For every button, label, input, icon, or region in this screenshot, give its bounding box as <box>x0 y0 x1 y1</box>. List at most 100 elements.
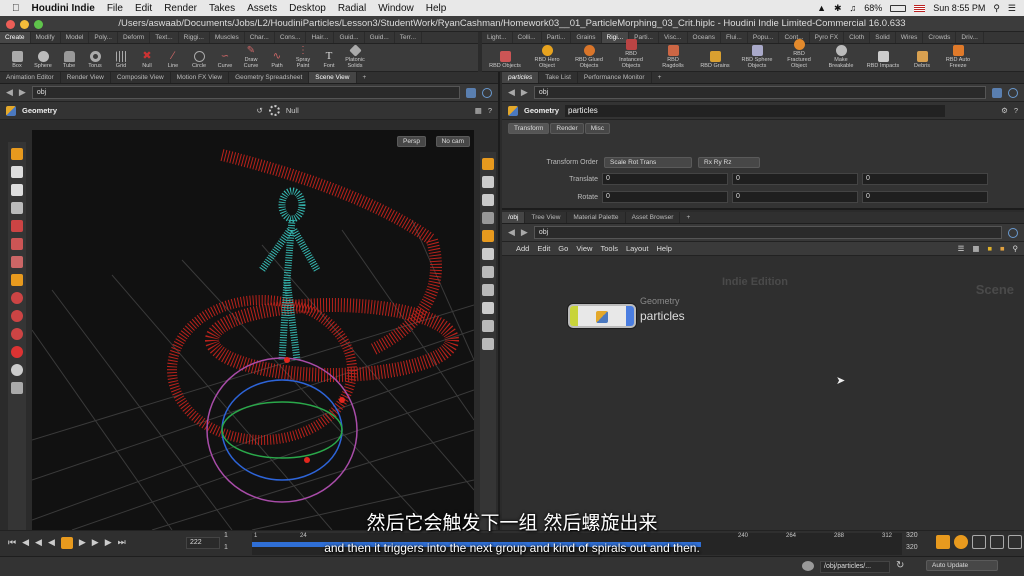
translate-x[interactable]: 0 <box>602 173 728 185</box>
menu-takes[interactable]: Takes <box>209 3 235 14</box>
shelf-tab[interactable]: Wires <box>896 32 924 43</box>
grid-tool[interactable]: Grid <box>110 51 132 69</box>
search-icon[interactable]: ⚲ <box>993 3 1000 14</box>
forward-arrow-icon[interactable]: ▶ <box>521 227 528 238</box>
subtab-misc[interactable]: Misc <box>584 123 611 134</box>
apple-icon[interactable]:  <box>12 3 20 14</box>
shelf-tab[interactable]: Light... <box>482 32 513 43</box>
handle-tool-icon[interactable] <box>11 274 23 286</box>
menu-window[interactable]: Window <box>378 3 414 14</box>
tube-tool[interactable]: Tube <box>58 51 80 69</box>
rbd-ragdolls-tool[interactable]: RBD Ragdolls <box>656 45 690 69</box>
link-icon[interactable] <box>1008 227 1018 238</box>
null-tool[interactable]: ✖ Null <box>136 51 158 70</box>
tab-composite-view[interactable]: Composite View <box>111 72 171 83</box>
shelf-tab[interactable]: Char... <box>245 32 275 43</box>
render-icon[interactable] <box>482 284 494 296</box>
app-menu[interactable]: Houdini Indie <box>32 3 95 14</box>
rbd-hero-tool[interactable]: RBD Hero Object <box>530 45 564 69</box>
forward-arrow-icon[interactable]: ▶ <box>521 87 528 98</box>
menu-assets[interactable]: Assets <box>247 3 277 14</box>
move-tool-icon[interactable] <box>11 202 23 214</box>
scene-context-label[interactable]: Geometry <box>22 106 57 115</box>
debris-tool[interactable]: Debris <box>908 51 936 69</box>
draw-curve-tool[interactable]: ✎ Draw Curve <box>240 45 262 69</box>
add-tab-icon[interactable]: + <box>357 72 373 83</box>
shelf-tab-create[interactable]: Create <box>0 32 31 43</box>
shelf-tab[interactable]: Crowds <box>923 32 957 43</box>
back-arrow-icon[interactable]: ◀ <box>6 87 13 98</box>
zoom-button[interactable] <box>34 20 43 29</box>
shelf-tab[interactable]: Solid <box>870 32 896 43</box>
select-handle-icon[interactable] <box>11 166 23 178</box>
list-view-icon[interactable]: ☰ <box>958 244 965 253</box>
home-icon[interactable] <box>482 194 494 206</box>
tab-motion-fx-view[interactable]: Motion FX View <box>171 72 230 83</box>
magnet-tool-icon[interactable] <box>11 292 23 304</box>
tab-scene-view[interactable]: Scene View <box>309 72 357 83</box>
tab-animation-editor[interactable]: Animation Editor <box>0 72 61 83</box>
pin-icon[interactable] <box>466 87 476 98</box>
menu-help[interactable]: Help <box>656 244 671 253</box>
close-button[interactable] <box>6 20 15 29</box>
shelf-tab[interactable]: Hair... <box>306 32 335 43</box>
shelf-tab[interactable]: Guid... <box>334 32 365 43</box>
snapshot-icon[interactable] <box>482 302 494 314</box>
shelf-tab[interactable]: Flui... <box>721 32 748 43</box>
tab-material-palette[interactable]: Material Palette <box>567 212 626 223</box>
tab-geometry-spreadsheet[interactable]: Geometry Spreadsheet <box>229 72 310 83</box>
auto-update-menu[interactable]: Auto Update <box>926 560 998 571</box>
clock[interactable]: Sun 8:55 PM <box>933 3 985 13</box>
minimize-button[interactable] <box>20 20 29 29</box>
menu-tools[interactable]: Tools <box>600 244 618 253</box>
back-arrow-icon[interactable]: ◀ <box>508 227 515 238</box>
node-name-field[interactable]: particles <box>565 104 946 117</box>
pin-icon[interactable] <box>992 87 1002 98</box>
3d-viewport[interactable]: Persp No cam <box>32 130 474 530</box>
menu-view[interactable]: View <box>576 244 592 253</box>
menu-file[interactable]: File <box>107 3 123 14</box>
cam-menu[interactable]: No cam <box>435 136 470 147</box>
menu-desktop[interactable]: Desktop <box>289 3 326 14</box>
rotate-tool-icon[interactable] <box>11 220 23 232</box>
selection-mode-label[interactable]: Null <box>286 106 299 115</box>
rbd-glued-tool[interactable]: RBD Glued Objects <box>572 45 606 69</box>
shelf-tab[interactable]: Cloth <box>844 32 871 43</box>
folder-icon[interactable]: ■ <box>1000 244 1005 253</box>
menu-add[interactable]: Add <box>516 244 529 253</box>
circle-tool[interactable]: Circle <box>188 51 210 69</box>
shelf-tab[interactable]: Oceans <box>688 32 721 43</box>
rbd-instanced-tool[interactable]: RBD Instanced Objects <box>614 39 648 69</box>
shelf-tab[interactable]: Visc... <box>659 32 688 43</box>
add-tab-icon[interactable]: + <box>652 72 668 83</box>
null-mode-icon[interactable] <box>268 105 280 116</box>
view-tool-icon[interactable] <box>11 364 23 376</box>
box-tool[interactable]: Box <box>6 51 28 69</box>
add-tab-icon[interactable]: + <box>680 212 696 223</box>
menu-radial[interactable]: Radial <box>338 3 366 14</box>
display-flag[interactable] <box>570 306 578 326</box>
camera-tool-icon[interactable] <box>11 382 23 394</box>
pose-tool-icon[interactable] <box>11 256 23 268</box>
select-scale-icon[interactable] <box>11 184 23 196</box>
sphere-tool[interactable]: Sphere <box>32 51 54 69</box>
param-path-field[interactable]: obj <box>533 86 986 99</box>
shelf-tab[interactable]: Text... <box>150 32 179 43</box>
gear-icon[interactable]: ⚙ <box>1001 106 1008 115</box>
menu-edit[interactable]: Edit <box>537 244 550 253</box>
rotate-z[interactable]: 0 <box>862 191 988 203</box>
translate-y[interactable]: 0 <box>732 173 858 185</box>
shelf-tab[interactable]: Driv... <box>956 32 984 43</box>
subtab-render[interactable]: Render <box>550 123 584 134</box>
rotate-y[interactable]: 0 <box>732 191 858 203</box>
rbd-sphere-tool[interactable]: RBD Sphere Objects <box>740 45 774 69</box>
shelf-tab[interactable]: Model <box>61 32 90 43</box>
transform-order-menu[interactable]: Scale Rot Trans <box>604 156 692 168</box>
rbd-impacts-tool[interactable]: RBD Impacts <box>866 51 900 69</box>
rbd-objects-tool[interactable]: RBD Objects <box>488 51 522 69</box>
rbd-fractured-tool[interactable]: RBD Fractured Object <box>782 39 816 69</box>
wifi-icon[interactable]: ▲ <box>817 3 826 13</box>
shelf-tab[interactable]: Riggi... <box>179 32 210 43</box>
torus-tool[interactable]: Torus <box>84 51 106 69</box>
tab-tree-view[interactable]: Tree View <box>525 212 568 223</box>
